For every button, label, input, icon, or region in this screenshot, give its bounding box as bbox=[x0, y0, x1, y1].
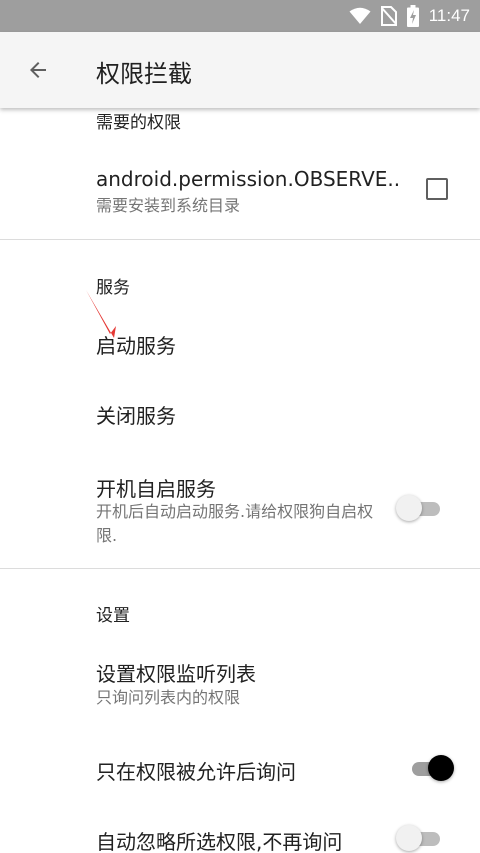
preferences-list[interactable]: 需要的权限 android.permission.OBSERVE.. 需要安装到… bbox=[0, 108, 480, 853]
divider bbox=[0, 239, 480, 240]
permission-summary: 需要安装到系统目录 bbox=[96, 196, 241, 215]
ask-after-allowed-switch[interactable] bbox=[404, 754, 456, 782]
annotation-arrow-icon bbox=[86, 290, 116, 338]
ignore-selected-title: 自动忽略所选权限,不再询问 bbox=[96, 830, 343, 853]
permission-row[interactable]: android.permission.OBSERVE.. 需要安装到系统目录 bbox=[0, 152, 480, 236]
ignore-selected-switch[interactable] bbox=[396, 824, 448, 852]
ignore-selected-row[interactable]: 自动忽略所选权限,不再询问 bbox=[0, 808, 480, 853]
switch-thumb bbox=[428, 755, 454, 781]
autostart-title: 开机自启服务 bbox=[96, 477, 216, 501]
switch-thumb bbox=[396, 495, 422, 521]
start-service-row[interactable]: 启动服务 bbox=[0, 308, 480, 374]
ask-after-allowed-row[interactable]: 只在权限被允许后询问 bbox=[0, 738, 480, 798]
battery-charging-icon bbox=[406, 5, 419, 27]
category-required-permissions: 需要的权限 bbox=[96, 113, 181, 133]
divider bbox=[0, 568, 480, 569]
permission-checkbox[interactable] bbox=[426, 178, 448, 200]
app-bar: 权限拦截 bbox=[0, 32, 480, 108]
page-title: 权限拦截 bbox=[96, 60, 192, 88]
category-settings: 设置 bbox=[96, 606, 130, 626]
permission-title: android.permission.OBSERVE.. bbox=[96, 167, 401, 191]
ask-after-allowed-title: 只在权限被允许后询问 bbox=[96, 760, 296, 784]
autostart-switch[interactable] bbox=[396, 494, 448, 522]
watch-list-summary: 只询问列表内的权限 bbox=[96, 688, 241, 707]
back-button[interactable] bbox=[18, 50, 58, 90]
wifi-icon bbox=[349, 7, 371, 24]
arrow-back-icon bbox=[30, 62, 46, 78]
autostart-service-row[interactable]: 开机自启服务 开机后自动启动服务.请给权限狗自启权限. bbox=[0, 463, 480, 553]
autostart-summary: 开机后自动启动服务.请给权限狗自启权限. bbox=[96, 502, 374, 545]
stop-service-title: 关闭服务 bbox=[96, 404, 176, 428]
watch-list-row[interactable]: 设置权限监听列表 只询问列表内的权限 bbox=[0, 646, 480, 716]
switch-thumb bbox=[396, 825, 422, 851]
status-icons: 11:47 bbox=[349, 0, 470, 32]
watch-list-title: 设置权限监听列表 bbox=[96, 662, 256, 686]
status-time: 11:47 bbox=[428, 6, 470, 25]
status-bar: 11:47 bbox=[0, 0, 480, 32]
stop-service-row[interactable]: 关闭服务 bbox=[0, 378, 480, 444]
no-sim-icon bbox=[380, 6, 397, 26]
